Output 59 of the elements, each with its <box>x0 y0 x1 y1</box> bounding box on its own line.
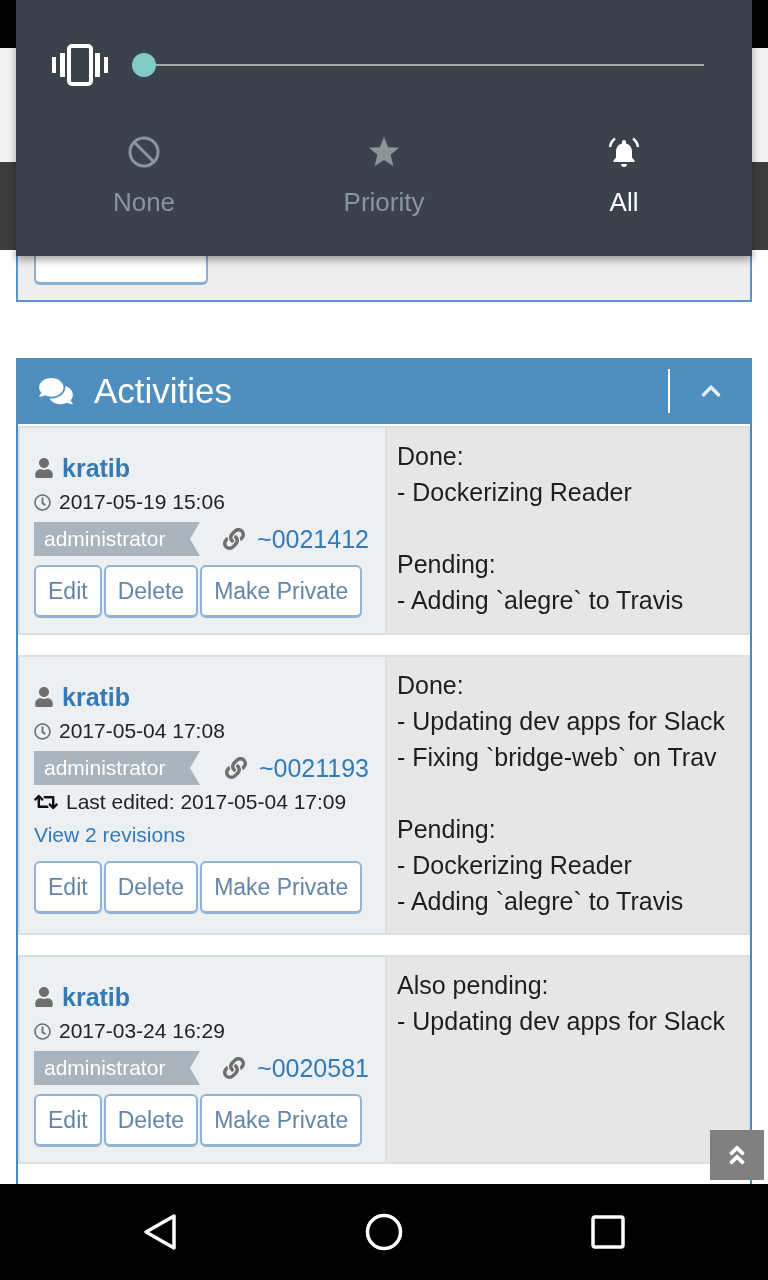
role-tag: administrator <box>34 522 200 556</box>
timestamp: 2017-05-04 17:08 <box>59 718 225 744</box>
reference-link[interactable]: ~0021193 <box>224 753 369 783</box>
reference-link[interactable]: ~0020581 <box>223 1053 369 1083</box>
edited-time: Last edited: 2017-05-04 17:09 <box>66 789 347 815</box>
timestamp: 2017-05-19 15:06 <box>59 489 225 515</box>
action-button[interactable]: Delete <box>103 861 199 914</box>
back-icon <box>142 1213 178 1251</box>
block-icon <box>128 136 160 168</box>
home-icon <box>365 1213 403 1251</box>
timestamp: 2017-03-24 16:29 <box>59 1018 225 1044</box>
user-icon <box>34 687 54 707</box>
comments-icon <box>38 376 74 406</box>
reference-link[interactable]: ~0021412 <box>223 524 369 554</box>
scroll-top-button[interactable] <box>710 1130 764 1180</box>
note-line: - Adding `alegre` to Travis <box>397 886 685 917</box>
note-line: Pending: <box>397 549 497 580</box>
note-line: Done: <box>397 670 465 701</box>
clock-icon <box>34 1022 51 1040</box>
note-line: Also pending: <box>397 970 550 1001</box>
note-line: Pending: <box>397 814 497 845</box>
panel-title: Activities <box>94 370 234 412</box>
mode-option[interactable]: None <box>24 136 264 218</box>
role-tag: administrator <box>34 1051 200 1085</box>
author-link[interactable]: kratib <box>62 453 131 483</box>
action-button[interactable]: Make Private <box>200 1094 363 1147</box>
recents-icon <box>591 1215 625 1249</box>
vibrate-icon[interactable] <box>52 44 108 86</box>
revisions-link[interactable]: View 2 revisions <box>34 821 186 849</box>
author-link[interactable]: kratib <box>62 982 131 1012</box>
note-line: - Adding `alegre` to Travis <box>397 585 685 616</box>
action-button[interactable]: Delete <box>103 565 199 618</box>
link-icon <box>223 528 246 550</box>
star-icon <box>368 136 400 168</box>
user-icon <box>34 987 54 1007</box>
action-button[interactable]: Make Private <box>200 565 363 618</box>
mode-option[interactable]: All <box>504 136 744 218</box>
mode-option[interactable]: Priority <box>264 136 504 218</box>
note-line: - Dockerizing Reader <box>397 477 633 508</box>
action-button[interactable]: Edit <box>34 1094 102 1147</box>
link-icon <box>223 1057 246 1079</box>
note-line: - Fixing `bridge-web` on Trav <box>397 742 718 773</box>
user-icon <box>34 458 54 478</box>
author-link[interactable]: kratib <box>62 682 131 712</box>
note-line: Done: <box>397 441 465 472</box>
note-line: - Dockerizing Reader <box>397 850 633 881</box>
repeat-icon <box>34 792 58 812</box>
clock-icon <box>34 493 51 511</box>
role-tag: administrator <box>34 751 200 785</box>
action-button[interactable]: Edit <box>34 565 102 618</box>
action-button[interactable]: Make Private <box>200 861 363 914</box>
clock-icon <box>34 722 51 740</box>
note-line: - Updating dev apps for Slack <box>397 1006 726 1037</box>
link-icon <box>224 757 247 779</box>
note-line: - Updating dev apps for Slack <box>397 706 726 737</box>
action-button[interactable]: Edit <box>34 861 102 914</box>
bell-icon <box>608 136 640 168</box>
slider-thumb[interactable] <box>132 53 156 77</box>
action-button[interactable]: Delete <box>103 1094 199 1147</box>
